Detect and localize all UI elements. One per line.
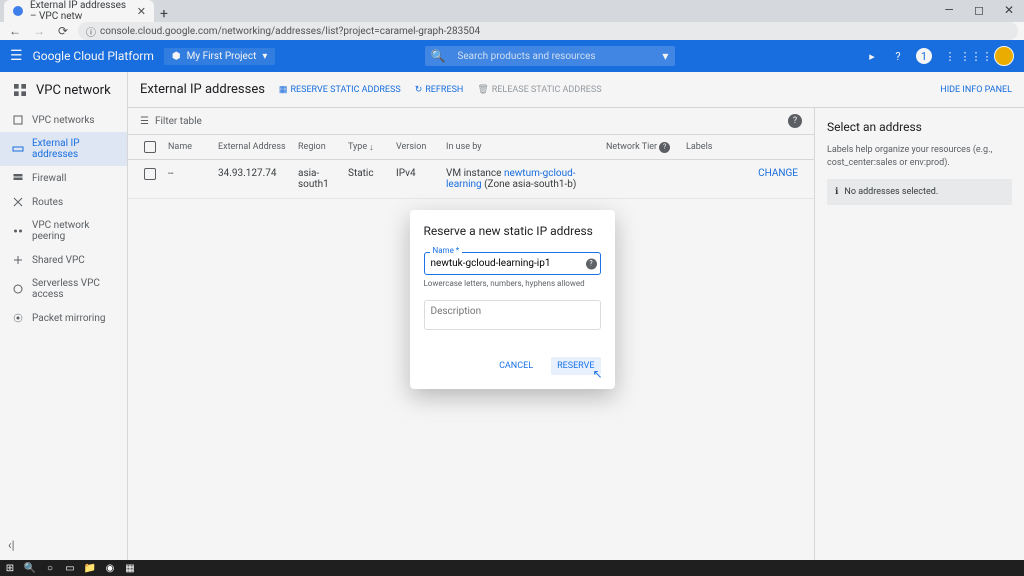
explorer-icon[interactable]: 📁 xyxy=(84,562,96,574)
cancel-button[interactable]: CANCEL xyxy=(493,357,539,375)
taskbar: ⊞ 🔍 ○ ▭ 📁 ◉ ▦ xyxy=(0,560,1024,576)
name-input[interactable] xyxy=(424,252,601,275)
cursor-icon: ↖ xyxy=(592,367,602,381)
cortana-icon[interactable]: ○ xyxy=(44,562,56,574)
reserve-ip-modal: Reserve a new static IP address Name * ?… xyxy=(410,210,615,389)
start-button[interactable]: ⊞ xyxy=(4,562,16,574)
modal-backdrop: Reserve a new static IP address Name * ?… xyxy=(0,0,1024,576)
name-help-icon[interactable]: ? xyxy=(586,258,597,269)
name-helper: Lowercase letters, numbers, hyphens allo… xyxy=(424,279,601,288)
name-label: Name * xyxy=(430,246,463,255)
reserve-button[interactable]: RESERVE↖ xyxy=(551,357,600,375)
modal-title: Reserve a new static IP address xyxy=(424,224,601,238)
name-field: Name * ? xyxy=(424,252,601,275)
chrome-icon[interactable]: ◉ xyxy=(104,562,116,574)
search-taskbar-icon[interactable]: 🔍 xyxy=(24,562,36,574)
app-icon[interactable]: ▦ xyxy=(124,562,136,574)
description-input[interactable] xyxy=(424,300,601,330)
task-view-icon[interactable]: ▭ xyxy=(64,562,76,574)
